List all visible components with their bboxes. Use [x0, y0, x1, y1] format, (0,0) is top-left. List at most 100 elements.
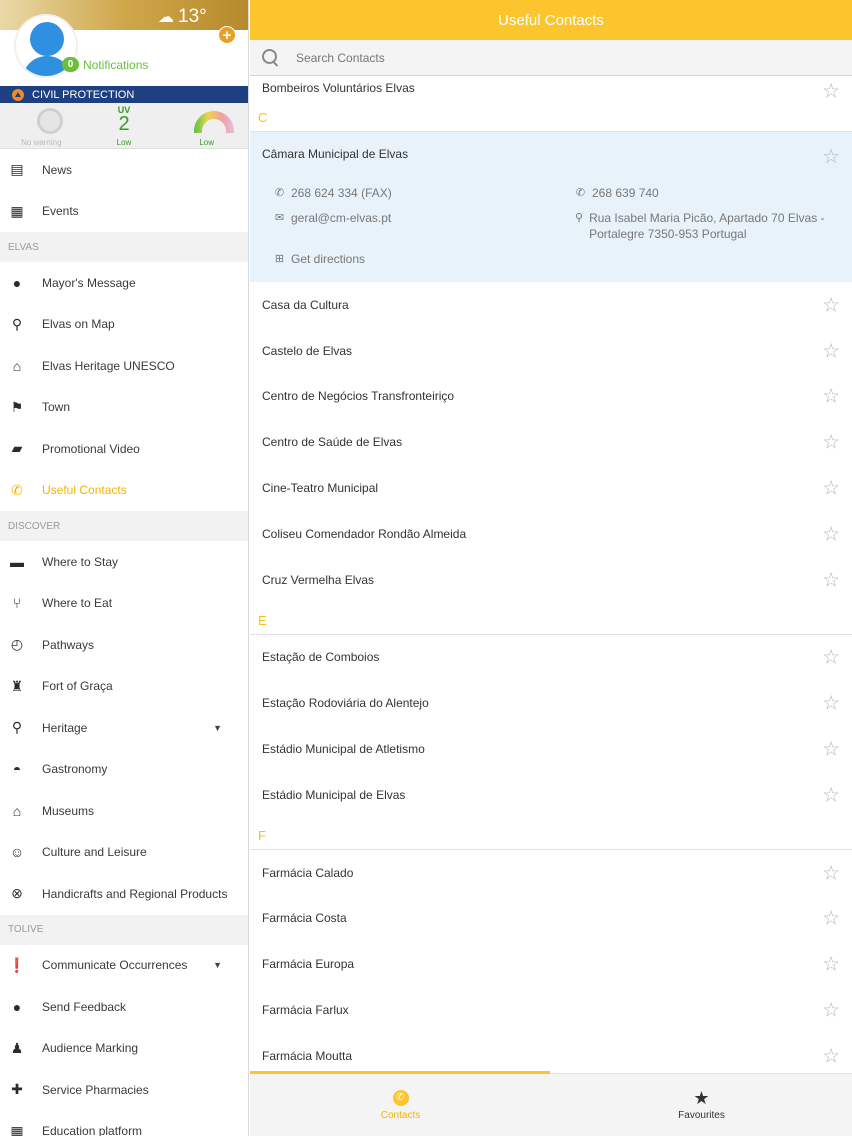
bottom-tab-bar: ✆ Contacts ★ Favourites	[250, 1071, 852, 1136]
star-icon[interactable]: ☆	[822, 79, 840, 104]
phone-link[interactable]: ✆ 268 639 740	[575, 185, 659, 201]
list-item[interactable]: Farmácia Costa ☆	[250, 896, 852, 942]
sidebar-item-audience-marking[interactable]: ♟ Audience Marking	[0, 1028, 248, 1070]
sidebar-item-fort-of-graca[interactable]: ♜ Fort of Graça	[0, 666, 248, 708]
list-item[interactable]: Centro de Saúde de Elvas ☆	[250, 419, 852, 465]
sidebar-item-send-feedback[interactable]: ● Send Feedback	[0, 986, 248, 1028]
list-item[interactable]: Estação Rodoviária do Alentejo ☆	[250, 680, 852, 726]
star-icon[interactable]: ☆	[822, 782, 840, 807]
list-item[interactable]: Centro de Negócios Transfronteiriço ☆	[250, 374, 852, 420]
phone-number: 268 639 740	[592, 186, 659, 200]
star-icon[interactable]: ☆	[822, 338, 840, 363]
section-header-tolive: TOLIVE	[0, 914, 248, 945]
tower-icon: ♜	[10, 677, 24, 694]
clapperboard-icon: ▰	[11, 440, 23, 457]
search-input[interactable]	[296, 50, 796, 65]
notifications-link[interactable]: 0 Notifications	[62, 57, 148, 72]
chevron-down-icon[interactable]: ▼	[213, 723, 222, 733]
sidebar-item-service-pharmacies[interactable]: ✚ Service Pharmacies	[0, 1069, 248, 1111]
sidebar-item-label: Audience Marking	[42, 1041, 139, 1056]
sidebar-item-elvas-on-map[interactable]: ⚲ Elvas on Map	[0, 304, 248, 346]
contact-name: Farmácia Calado	[262, 865, 354, 880]
sidebar-item-useful-contacts[interactable]: ✆ Useful Contacts	[0, 470, 248, 512]
sidebar-item-events[interactable]: ▦ Events	[0, 191, 248, 233]
star-icon[interactable]: ☆	[822, 567, 840, 592]
star-icon[interactable]: ☆	[822, 430, 840, 455]
uv-indicator[interactable]: UV 2 Low	[83, 103, 166, 148]
sidebar-item-heritage[interactable]: ⚲ Heritage ▼	[0, 707, 248, 749]
star-icon[interactable]: ☆	[822, 906, 840, 931]
museum-icon: ⌂	[12, 357, 22, 374]
bed-icon: ▬	[10, 553, 24, 570]
list-item[interactable]: Estádio Municipal de Atletismo ☆	[250, 726, 852, 772]
list-item[interactable]: Farmácia Calado ☆	[250, 850, 852, 896]
sidebar-item-communicate-occurrences[interactable]: ❗ Communicate Occurrences ▼	[0, 945, 248, 987]
sidebar-item-where-to-stay[interactable]: ▬ Where to Stay	[0, 541, 248, 583]
sidebar-item-label: Town	[42, 400, 71, 415]
star-icon[interactable]: ☆	[822, 691, 840, 716]
sidebar-item-education-platform[interactable]: ▦ Education platform	[0, 1111, 248, 1136]
list-item[interactable]: Farmácia Farlux ☆	[250, 987, 852, 1033]
star-icon[interactable]: ☆	[822, 521, 840, 546]
sidebar-item-culture-leisure[interactable]: ☺ Culture and Leisure	[0, 832, 248, 874]
tab-contacts[interactable]: ✆ Contacts	[250, 1074, 551, 1136]
expanded-contact[interactable]: Câmara Municipal de Elvas ☆ ✆ 268 624 33…	[250, 132, 852, 282]
star-icon[interactable]: ☆	[822, 384, 840, 409]
star-icon[interactable]: ☆	[822, 998, 840, 1023]
air-quality-indicator[interactable]: Low	[165, 103, 248, 148]
list-item[interactable]: Castelo de Elvas ☆	[250, 328, 852, 374]
star-icon[interactable]: ☆	[822, 952, 840, 977]
sidebar-item-promotional-video[interactable]: ▰ Promotional Video	[0, 428, 248, 470]
star-icon[interactable]: ☆	[822, 645, 840, 670]
sidebar-item-label: Elvas Heritage UNESCO	[42, 358, 175, 373]
list-item[interactable]: Coliseu Comendador Rondão Almeida ☆	[250, 511, 852, 557]
contact-name: Bombeiros Voluntários Elvas	[262, 81, 415, 95]
pharmacy-icon: ✚	[11, 1081, 23, 1098]
add-icon[interactable]: +	[218, 26, 236, 44]
notifications-label: Notifications	[83, 57, 149, 72]
sidebar-item-label: Gastronomy	[42, 762, 108, 777]
civil-protection-bar[interactable]: CIVIL PROTECTION	[0, 86, 248, 103]
sidebar-item-where-to-eat[interactable]: ⑂ Where to Eat	[0, 583, 248, 625]
contact-name: Centro de Negócios Transfronteiriço	[262, 389, 455, 404]
star-icon[interactable]: ☆	[822, 476, 840, 501]
sidebar-item-news[interactable]: ▤ News	[0, 149, 248, 191]
list-item[interactable]: Bombeiros Voluntários Elvas ☆	[250, 76, 852, 103]
get-directions-link[interactable]: ⊞ Get directions	[274, 251, 365, 267]
sidebar-item-gastronomy[interactable]: ◓ Gastronomy	[0, 749, 248, 791]
list-item[interactable]: Estação de Comboios ☆	[250, 635, 852, 681]
group-f: Farmácia Calado ☆ Farmácia Costa ☆ Farmácia …	[250, 850, 852, 1079]
weather-widget[interactable]: ☁ 13°	[158, 6, 207, 28]
app-bar: Useful Contacts	[250, 0, 852, 40]
tab-favourites[interactable]: ★ Favourites	[551, 1074, 852, 1136]
list-item[interactable]: Casa da Cultura ☆	[250, 282, 852, 328]
sidebar-item-heritage-unesco[interactable]: ⌂ Elvas Heritage UNESCO	[0, 345, 248, 387]
contacts-screen: Useful Contacts Bombeiros Voluntários El…	[250, 0, 852, 1136]
list-item[interactable]: Cine-Teatro Municipal ☆	[250, 465, 852, 511]
list-item[interactable]: Estádio Municipal de Elvas ☆	[250, 772, 852, 818]
sidebar-item-label: Send Feedback	[42, 999, 127, 1014]
sidebar-item-mayors-message[interactable]: ● Mayor's Message	[0, 262, 248, 304]
address-link[interactable]: ⚲ Rua Isabel Maria Picão, Apartado 70 El…	[575, 210, 830, 242]
star-icon[interactable]: ☆	[822, 292, 840, 317]
star-icon[interactable]: ☆	[822, 860, 840, 885]
sidebar-item-handicrafts[interactable]: ⊗ Handicrafts and Regional Products	[0, 873, 248, 915]
sidebar-item-town[interactable]: ⚑ Town	[0, 387, 248, 429]
warning-indicator[interactable]: No warning	[0, 103, 83, 148]
list-item[interactable]: Cruz Vermelha Elvas ☆	[250, 557, 852, 603]
star-icon[interactable]: ☆	[822, 1043, 840, 1068]
sidebar-item-museums[interactable]: ⌂ Museums	[0, 790, 248, 832]
fax-link[interactable]: ✆ 268 624 334 (FAX)	[274, 185, 392, 201]
sidebar-item-pathways[interactable]: ◴ Pathways	[0, 624, 248, 666]
sidebar-item-label: Pathways	[42, 637, 95, 652]
chevron-down-icon[interactable]: ▼	[213, 960, 222, 970]
email-link[interactable]: ✉ geral@cm-elvas.pt	[274, 210, 391, 226]
star-icon[interactable]: ☆	[822, 737, 840, 762]
civil-protection-label: CIVIL PROTECTION	[32, 88, 135, 101]
phone-icon: ✆	[11, 481, 23, 498]
list-item[interactable]: Farmácia Europa ☆	[250, 941, 852, 987]
cutlery-icon: ⑂	[12, 595, 22, 612]
search-bar[interactable]	[250, 40, 852, 76]
active-tab-indicator	[250, 1071, 550, 1074]
star-icon[interactable]: ☆	[822, 144, 840, 169]
